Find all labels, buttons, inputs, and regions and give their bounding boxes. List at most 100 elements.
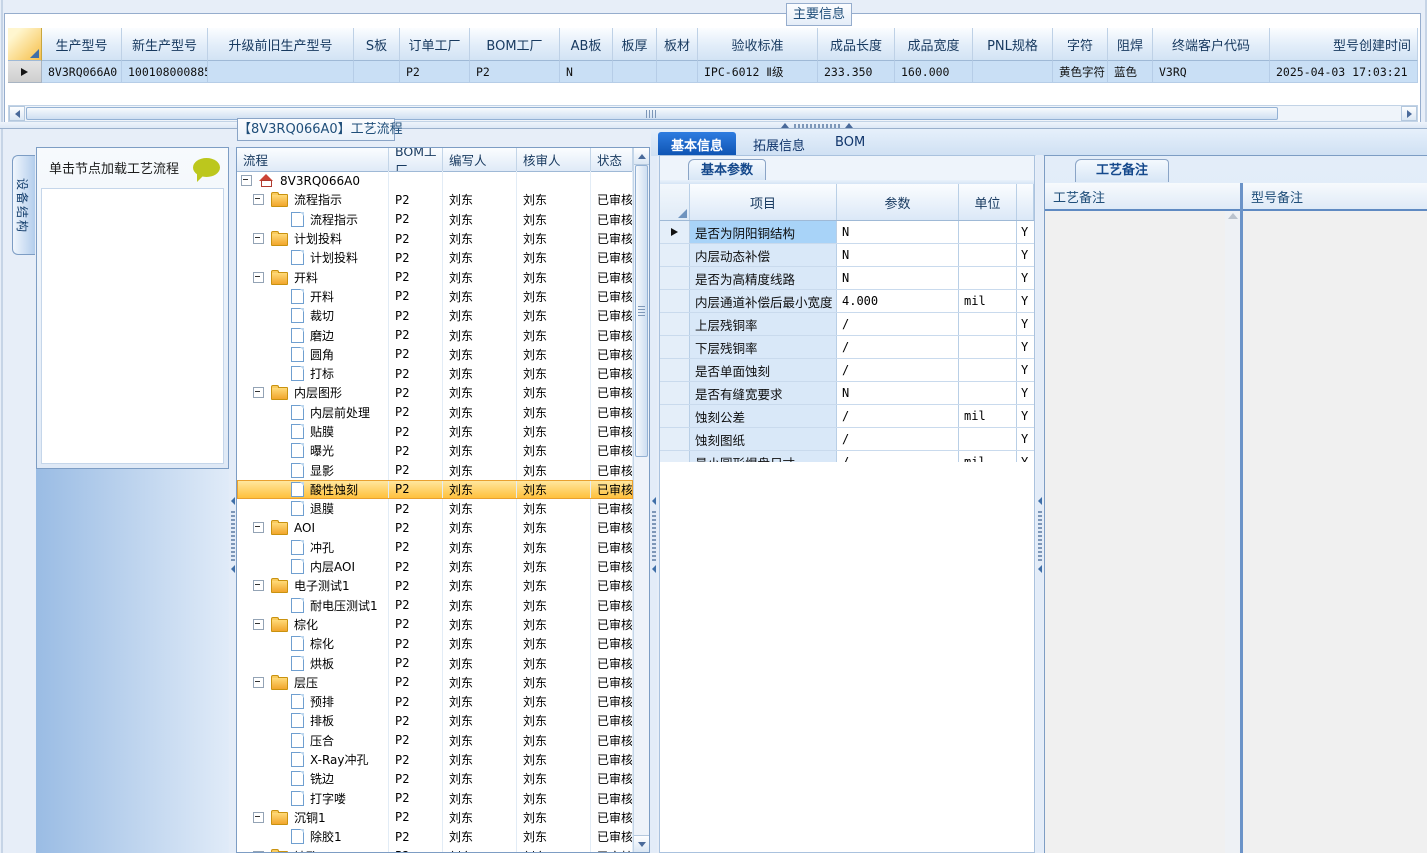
tree-row[interactable]: 酸性蚀刻 P2 刘东 刘东 已审核 (237, 479, 633, 500)
tree-vscrollbar[interactable] (633, 148, 649, 852)
param-value-cell[interactable]: N (837, 382, 959, 404)
column-header[interactable]: 阻焊 (1108, 28, 1153, 61)
tree-row[interactable]: 内层AOI P2 刘东 刘东 已审核 (237, 556, 633, 577)
tree-row[interactable]: 曝光 P2 刘东 刘东 已审核 (237, 441, 633, 461)
column-header[interactable]: AB板 (560, 28, 613, 61)
table-cell[interactable]: 蓝色 (1108, 61, 1153, 83)
table-cell[interactable]: 10010800088539 (122, 61, 208, 83)
tree-row[interactable]: 磨边 P2 刘东 刘东 已审核 (237, 325, 633, 345)
param-row[interactable]: 是否有缝宽要求 N Y (660, 382, 1034, 405)
table-cell[interactable]: IPC-6012 Ⅱ级 (698, 61, 818, 83)
process-notes-textarea[interactable] (1045, 211, 1225, 853)
table-cell[interactable]: P2 (400, 61, 470, 83)
param-value-cell[interactable]: / (837, 313, 959, 335)
column-header[interactable]: 型号创建时间 (1270, 28, 1418, 61)
splitter-collapse-handle[interactable] (651, 497, 656, 573)
tree-row[interactable]: 贴膜 P2 刘东 刘东 已审核 (237, 421, 633, 442)
splitter-collapse-handle[interactable] (1037, 497, 1042, 573)
param-unit-cell[interactable]: mil (959, 290, 1017, 312)
tree-column-header[interactable]: 流程 (237, 148, 389, 171)
param-item-cell[interactable]: 是否为高精度线路 (690, 267, 837, 289)
tree-row[interactable]: 圆角 P2 刘东 刘东 已审核 (237, 344, 633, 364)
param-unit-cell[interactable]: mil (959, 405, 1017, 427)
column-header[interactable]: 字符 (1053, 28, 1108, 61)
tree-row[interactable]: 计划投料 P2 刘东 刘东 已审核 (237, 248, 633, 268)
param-column-header[interactable]: 参数 (837, 184, 959, 220)
column-header[interactable]: 升级前旧生产型号 (208, 28, 354, 61)
vscroll-thumb[interactable] (635, 165, 648, 457)
param-unit-cell[interactable] (959, 382, 1017, 404)
tab-bom[interactable]: BOM (822, 132, 878, 155)
param-row[interactable]: 内层动态补偿 N Y (660, 244, 1034, 267)
splitter-grip[interactable] (1037, 509, 1042, 561)
collapse-left-icon[interactable] (230, 497, 235, 505)
tree-row[interactable]: 耐电压测试1 P2 刘东 刘东 已审核 (237, 595, 633, 615)
collapse-left-icon[interactable] (1037, 565, 1042, 573)
scroll-up-icon[interactable] (1228, 213, 1238, 219)
tree-row[interactable]: 预排 P2 刘东 刘东 已审核 (237, 692, 633, 712)
main-info-data-row[interactable]: 8V3RQ066A010010800088539P2P2NIPC-6012 Ⅱ级… (8, 61, 1418, 83)
scroll-left-icon[interactable] (9, 106, 25, 121)
column-header[interactable]: 成品宽度 (895, 28, 973, 61)
param-unit-cell[interactable] (959, 221, 1017, 243)
collapse-left-icon[interactable] (230, 565, 235, 573)
table-cell[interactable]: N (560, 61, 613, 83)
param-item-cell[interactable]: 上层残铜率 (690, 313, 837, 335)
tree-row[interactable]: 开料 P2 刘东 刘东 已审核 (237, 267, 633, 287)
column-header[interactable]: 订单工厂 (400, 28, 470, 61)
param-item-cell[interactable]: 是否有缝宽要求 (690, 382, 837, 404)
tree-column-header[interactable]: 编写人 (443, 148, 517, 171)
tab-device-structure[interactable]: 设备结构 (12, 155, 35, 255)
param-row[interactable]: 是否为阴阳铜结构 N Y (660, 221, 1034, 244)
column-header[interactable]: S板 (354, 28, 400, 61)
column-header[interactable]: BOM工厂 (470, 28, 560, 61)
tree-row[interactable]: 除胶1 P2 刘东 刘东 已审核 (237, 827, 633, 847)
tree-row[interactable]: 烘板 P2 刘东 刘东 已审核 (237, 653, 633, 673)
tree-row[interactable]: 钻孔P2刘东刘东已审核 (237, 846, 633, 852)
notes-vscrollbar[interactable] (1225, 211, 1240, 853)
tree-row[interactable]: 排板 P2 刘东 刘东 已审核 (237, 711, 633, 731)
table-cell[interactable]: V3RQ (1153, 61, 1270, 83)
param-row[interactable]: 下层残铜率 / Y (660, 336, 1034, 359)
tree-row[interactable]: 打标 P2 刘东 刘东 已审核 (237, 363, 633, 384)
splitter-middle[interactable] (650, 147, 657, 853)
tree-row[interactable]: 流程指示 P2 刘东 刘东 已审核 (237, 190, 633, 210)
tree-row[interactable]: 电子测试1 P2 刘东 刘东 已审核 (237, 576, 633, 596)
table-cell[interactable]: 233.350 (818, 61, 895, 83)
tree-row[interactable]: 内层前处理 P2 刘东 刘东 已审核 (237, 402, 633, 422)
tree-row[interactable]: 流程指示 P2 刘东 刘东 已审核 (237, 209, 633, 229)
param-value-cell[interactable]: N (837, 244, 959, 266)
tab-basic-params[interactable]: 基本参数 (688, 159, 766, 181)
table-cell[interactable]: 160.000 (895, 61, 973, 83)
param-row[interactable]: 内层通道补偿后最小宽度 4.000 mil Y (660, 290, 1034, 313)
param-item-cell[interactable]: 下层残铜率 (690, 336, 837, 358)
select-all-cell[interactable] (8, 28, 42, 61)
param-unit-cell[interactable] (959, 244, 1017, 266)
splitter-collapse-handle[interactable] (230, 497, 235, 573)
tab-extended-info[interactable]: 拓展信息 (740, 132, 818, 155)
tree-row[interactable]: 显影 P2 刘东 刘东 已审核 (237, 460, 633, 480)
collapse-left-icon[interactable] (651, 565, 656, 573)
param-item-cell[interactable]: 是否单面蚀刻 (690, 359, 837, 381)
tree-row[interactable]: 内层图形 P2 刘东 刘东 已审核 (237, 383, 633, 403)
tree-row[interactable]: 8V3RQ066A0 (237, 171, 633, 191)
tree-row[interactable]: 裁切 P2 刘东 刘东 已审核 (237, 306, 633, 326)
table-cell[interactable]: P2 (470, 61, 560, 83)
tree-row[interactable]: 层压 P2 刘东 刘东 已审核 (237, 672, 633, 693)
tree-row[interactable]: 棕化 P2 刘东 刘东 已审核 (237, 614, 633, 635)
tree-row[interactable]: 沉铜1 P2 刘东 刘东 已审核 (237, 807, 633, 828)
param-value-cell[interactable]: / (837, 359, 959, 381)
expander-icon[interactable] (253, 676, 264, 688)
param-item-cell[interactable]: 内层通道补偿后最小宽度 (690, 290, 837, 312)
param-unit-cell[interactable] (959, 313, 1017, 335)
expander-icon[interactable] (241, 175, 252, 187)
param-value-cell[interactable]: N (837, 221, 959, 243)
table-cell[interactable] (973, 61, 1053, 83)
table-cell[interactable] (354, 61, 400, 83)
column-header[interactable]: 板材 (657, 28, 698, 61)
column-header[interactable]: 板厚 (613, 28, 657, 61)
splitter-right[interactable] (1036, 155, 1043, 853)
param-column-header[interactable]: 单位 (959, 184, 1017, 220)
tree-row[interactable]: 开料 P2 刘东 刘东 已审核 (237, 286, 633, 307)
table-cell[interactable] (613, 61, 657, 83)
